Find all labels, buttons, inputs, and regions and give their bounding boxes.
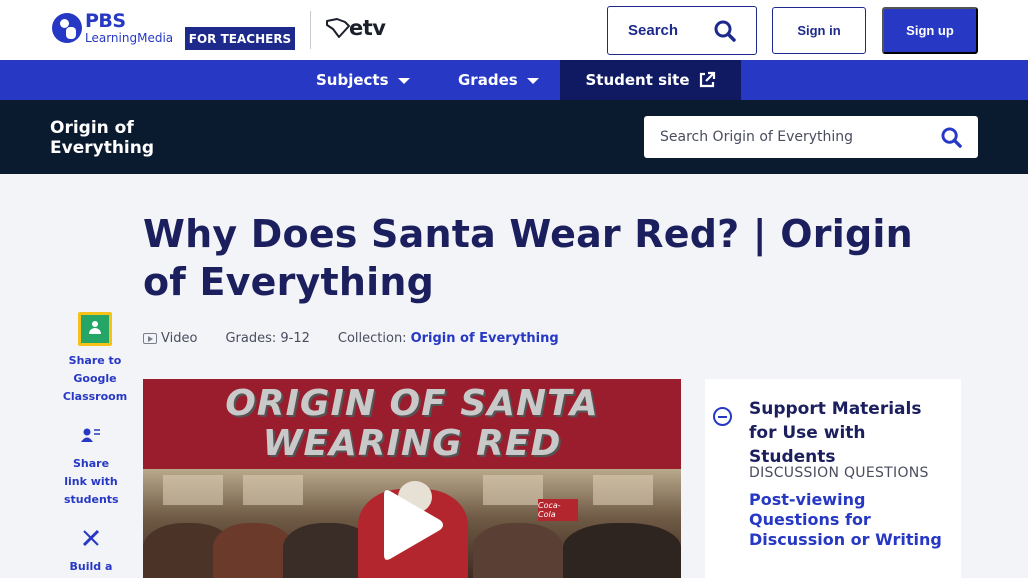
sign-up-button[interactable]: Sign up: [882, 7, 978, 54]
logo-text: PBS LearningMedia: [85, 10, 174, 45]
resource-meta: Video Grades: 9-12 Collection: Origin of…: [143, 331, 559, 346]
pbs-head-icon: [52, 13, 82, 43]
nav-student-site-label: Student site: [585, 71, 690, 89]
discussion-questions-label: DISCUSSION QUESTIONS: [749, 465, 929, 481]
external-link-icon: [699, 71, 715, 88]
header-search-button[interactable]: Search: [607, 6, 757, 55]
google-classroom-icon: [78, 312, 112, 346]
share-link-with-students[interactable]: Share link with students: [56, 427, 126, 509]
etv-station-logo[interactable]: etv: [325, 16, 386, 40]
build-lesson[interactable]: Build a: [56, 528, 126, 576]
nav-subjects-label: Subjects: [316, 71, 389, 89]
main-nav: Subjects Grades Student site: [0, 60, 1028, 100]
nav-subjects[interactable]: Subjects: [316, 60, 410, 100]
collection-title-line1: Origin of: [50, 118, 134, 138]
top-header: PBS LearningMedia FOR TEACHERS etv Searc…: [0, 0, 1028, 60]
coca-cola-sign: Coca-Cola: [538, 499, 578, 521]
collection-title-line2: Everything: [50, 138, 155, 158]
collection-search: [644, 116, 978, 158]
video-icon: [143, 333, 157, 344]
logo-divider: [310, 11, 311, 49]
share-students-icon: [56, 427, 126, 455]
logo-pbs-text: PBS: [85, 10, 126, 32]
collection-title[interactable]: Origin of Everything: [50, 118, 154, 158]
share-link-label: Share link with students: [64, 457, 119, 506]
for-teachers-badge: FOR TEACHERS: [185, 27, 295, 50]
nav-student-site[interactable]: Student site: [560, 60, 741, 100]
state-outline-icon: [326, 18, 350, 38]
support-materials-panel: Support Materials for Use with Students …: [705, 379, 961, 578]
pencil-ruler-icon: [56, 528, 126, 558]
media-type: Video: [161, 331, 198, 346]
video-title-banner: ORIGIN OF SANTA WEARING RED: [143, 379, 681, 469]
collection-search-input[interactable]: [660, 129, 920, 145]
share-google-classroom-label: Share to Google Classroom: [62, 354, 128, 403]
nav-grades[interactable]: Grades: [458, 60, 539, 100]
collection-label: Collection:: [337, 331, 407, 346]
page-title: Why Does Santa Wear Red? | Origin of Eve…: [143, 212, 913, 304]
pbs-learningmedia-logo[interactable]: PBS LearningMedia: [52, 12, 173, 44]
share-google-classroom[interactable]: Share to Google Classroom: [60, 312, 130, 406]
sign-in-button[interactable]: Sign in: [772, 7, 866, 54]
video-player[interactable]: ORIGIN OF SANTA WEARING RED Coca-Cola: [143, 379, 681, 578]
post-viewing-questions-link[interactable]: Post-viewing Questions for Discussion or…: [749, 490, 954, 550]
video-banner-line2: WEARING RED: [262, 423, 562, 464]
collapse-minus-icon[interactable]: [713, 407, 732, 426]
collection-link[interactable]: Origin of Everything: [411, 331, 559, 346]
grades-text: Grades: 9-12: [225, 331, 310, 346]
search-icon[interactable]: [941, 127, 962, 152]
chevron-down-icon: [526, 78, 539, 84]
search-icon: [714, 20, 736, 46]
collection-bar: Origin of Everything: [0, 100, 1028, 174]
video-banner-line1: ORIGIN OF SANTA: [225, 383, 599, 424]
build-label: Build a: [69, 560, 113, 573]
etv-text: etv: [349, 16, 386, 40]
nav-grades-label: Grades: [458, 71, 518, 89]
play-icon[interactable]: [380, 485, 446, 565]
support-materials-heading[interactable]: Support Materials for Use with Students: [749, 397, 954, 469]
search-label: Search: [628, 22, 679, 39]
chevron-down-icon: [397, 78, 410, 84]
logo-learningmedia-text: LearningMedia: [85, 31, 174, 45]
